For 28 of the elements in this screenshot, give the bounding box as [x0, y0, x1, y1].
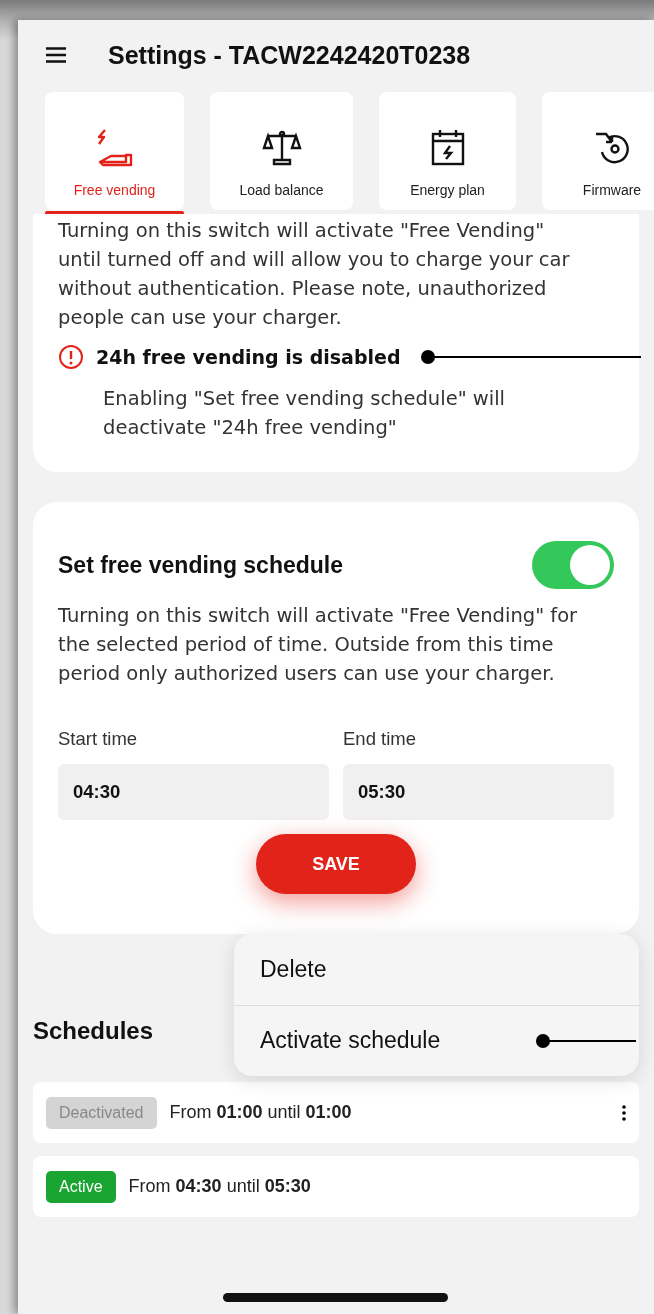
menu-item[interactable]: Delete — [234, 934, 494, 1005]
menu-item[interactable]: Activate schedule — [234, 1005, 494, 1076]
schedule-row[interactable]: Deactivated From 01:00 until 01:00 — [33, 1082, 639, 1143]
time-field[interactable]: 05:30 — [343, 764, 614, 820]
section-heading: Schedules — [33, 1017, 154, 1045]
tab[interactable]: Firmware — [542, 92, 654, 210]
schedule-row[interactable]: Active From 04:30 until 05:30 — [33, 1156, 639, 1217]
card-title: Set free vending schedule — [58, 551, 344, 579]
field-label: End time — [343, 728, 417, 750]
warning-message: Enabling "Set free vending schedule" will deactivate "24h free vending" — [103, 386, 506, 441]
tab[interactable]: Energy plan — [379, 92, 516, 210]
status-badge: Deactivated — [46, 1096, 157, 1129]
save-button[interactable]: SAVE — [256, 834, 416, 894]
description: Turning on this switch will activate "Free Vending" until turned off and will allow you to charge your car without authentication. Please note, unauthorized people can use your charger. — [58, 218, 571, 331]
screen-title: Settings - TACW2242420T0238 — [108, 40, 471, 70]
menu-icon[interactable] — [46, 47, 66, 63]
warning-icon — [58, 344, 84, 370]
more-icon[interactable] — [622, 1104, 626, 1121]
field-label: Start time — [58, 728, 139, 750]
status-badge: Active — [46, 1170, 116, 1203]
warning-title: 24h free vending is disabled — [96, 346, 401, 368]
toggle-switch[interactable] — [532, 541, 614, 589]
time-field[interactable]: 04:30 — [58, 764, 329, 820]
schedule-text: From 04:30 until 05:30 — [128, 1176, 312, 1197]
description: Turning on this switch will activate "Free Vending" for the selected period of time. Outside from this time period only authorized users can use your charger. — [58, 603, 578, 687]
tab[interactable]: Load balance — [210, 92, 353, 210]
schedule-text: From 01:00 until 01:00 — [169, 1102, 353, 1123]
scale-icon — [261, 128, 302, 168]
